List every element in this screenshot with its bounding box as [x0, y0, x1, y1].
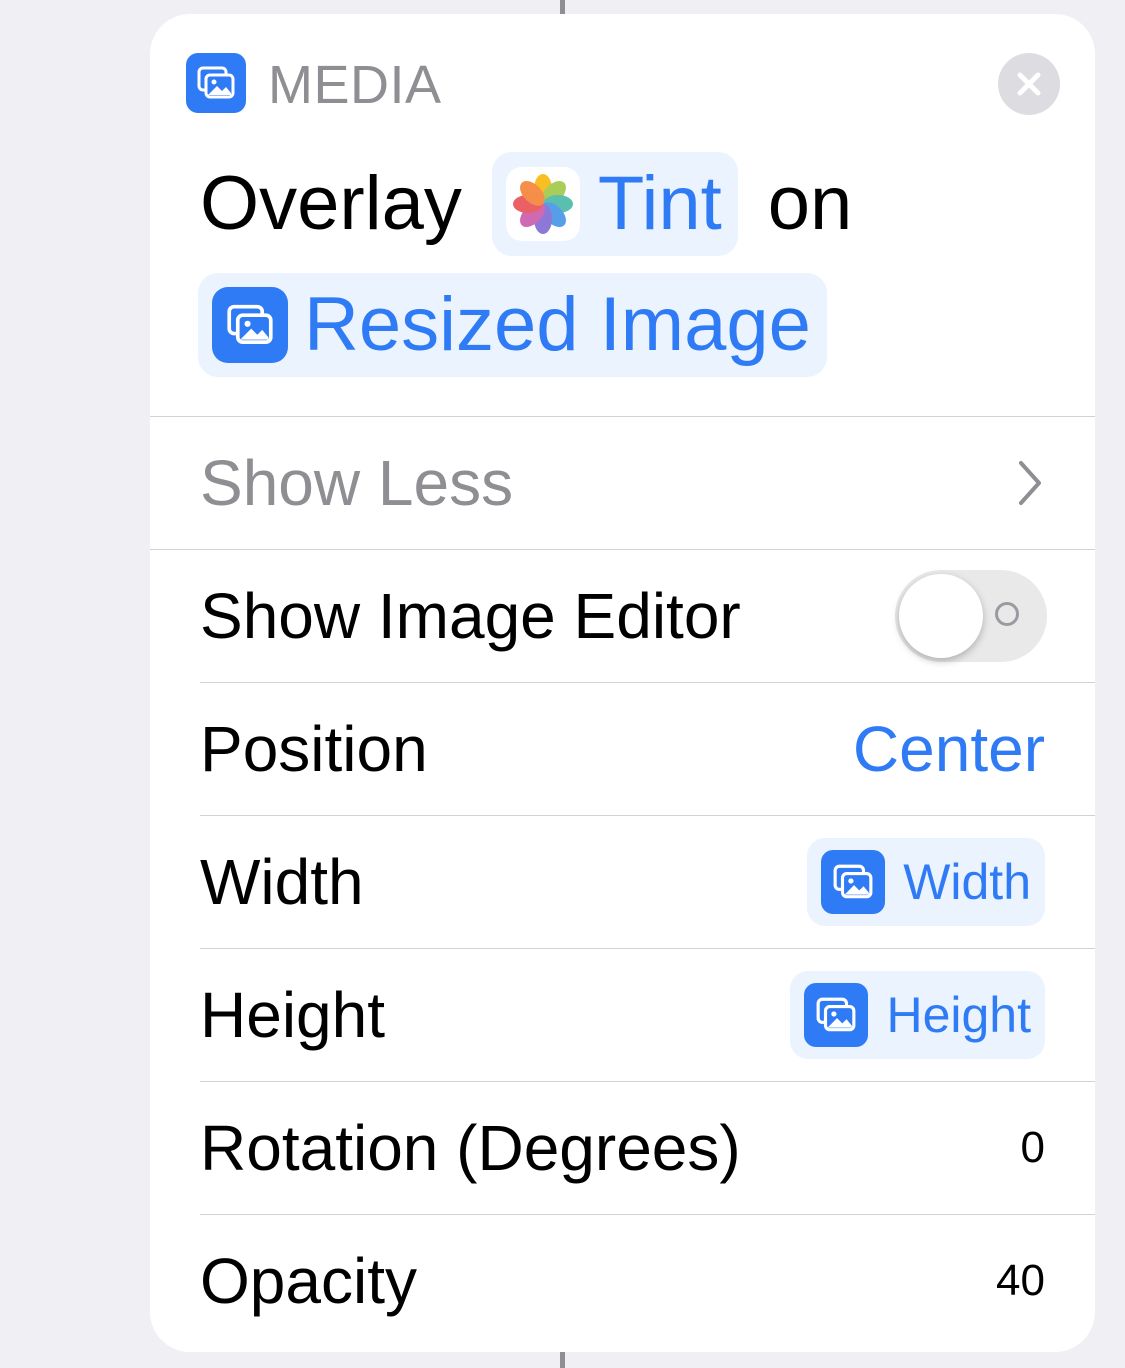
target-image-label: Resized Image — [304, 282, 811, 367]
toggle-off-indicator-icon — [995, 602, 1019, 626]
position-row[interactable]: Position Center — [200, 683, 1045, 815]
rotation-value[interactable]: 0 — [1021, 1082, 1045, 1214]
show-image-editor-row: Show Image Editor — [200, 550, 1047, 682]
action-connector-word: on — [767, 161, 853, 246]
width-label: Width — [200, 846, 364, 918]
opacity-row[interactable]: Opacity 40 — [200, 1215, 1045, 1347]
opacity-label: Opacity — [200, 1245, 417, 1317]
height-row: Height Height — [200, 949, 1045, 1081]
photo-stack-icon — [212, 287, 288, 363]
show-image-editor-toggle[interactable] — [895, 570, 1047, 662]
opacity-value[interactable]: 40 — [996, 1215, 1045, 1347]
width-variable-label: Width — [903, 854, 1031, 910]
action-verb: Overlay — [200, 161, 462, 246]
width-row: Width Width — [200, 816, 1045, 948]
input-image-label: Tint — [597, 161, 722, 246]
photo-stack-icon — [821, 850, 886, 914]
action-summary-line-1: Overlay Tint on — [200, 152, 853, 256]
toggle-knob — [899, 574, 983, 658]
flow-connector-top — [560, 0, 565, 14]
rotation-label: Rotation (Degrees) — [200, 1112, 741, 1184]
close-button[interactable] — [998, 53, 1060, 115]
input-image-variable[interactable]: Tint — [491, 152, 738, 256]
close-icon — [1017, 72, 1041, 96]
action-card: MEDIA Overlay Tint on Resized Image Show… — [150, 14, 1095, 1352]
show-less-label: Show Less — [200, 447, 514, 519]
photo-stack-icon — [186, 53, 246, 113]
photo-stack-icon — [804, 983, 869, 1047]
show-image-editor-label: Show Image Editor — [200, 580, 741, 652]
height-variable[interactable]: Height — [790, 971, 1045, 1059]
photos-app-icon — [505, 167, 580, 241]
rotation-row[interactable]: Rotation (Degrees) 0 — [200, 1082, 1045, 1214]
chevron-right-icon — [1019, 461, 1041, 505]
action-summary-line-2: Resized Image — [198, 273, 827, 377]
position-label: Position — [200, 713, 428, 785]
width-variable[interactable]: Width — [807, 838, 1045, 926]
show-less-row[interactable]: Show Less — [200, 417, 1045, 549]
category-label: MEDIA — [268, 55, 442, 115]
height-variable-label: Height — [886, 987, 1031, 1043]
height-label: Height — [200, 979, 385, 1051]
target-image-variable[interactable]: Resized Image — [198, 273, 827, 377]
flow-connector-bottom — [560, 1352, 565, 1368]
position-value[interactable]: Center — [853, 683, 1045, 815]
